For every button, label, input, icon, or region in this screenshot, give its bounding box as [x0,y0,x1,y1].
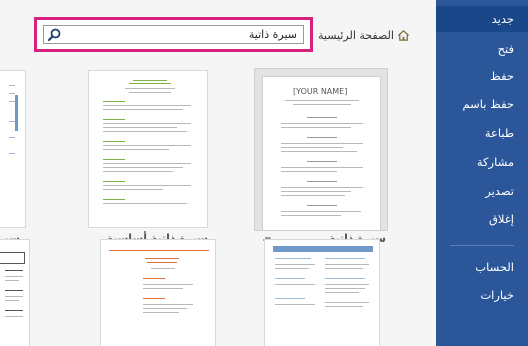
breadcrumb-home-link[interactable]: الصفحة الرئيسية [318,29,394,42]
template-card-resume[interactable]: [YOUR NAME] [254,68,388,231]
sidebar-divider [450,245,514,246]
template-card-blue-resume[interactable] [264,239,380,346]
template-card-boxed-resume[interactable] [0,239,30,346]
sidebar-item-options[interactable]: خيارات [436,282,528,308]
sidebar-item-export[interactable]: تصدير [436,178,528,204]
home-icon[interactable] [397,29,410,42]
sidebar-item-save[interactable]: حفظ [436,63,528,89]
sidebar-item-account[interactable]: الحساب [436,254,528,280]
template-gallery: [YOUR NAME] س [0,68,436,346]
sidebar-item-print[interactable]: طباعة [436,120,528,146]
sidebar-item-open[interactable]: فتح [436,36,528,62]
sidebar-item-save-as[interactable]: حفظ باسم [436,91,528,117]
template-card-orange-resume[interactable] [100,239,216,346]
template-thumbnail: [YOUR NAME] [262,76,381,230]
sidebar-item-new[interactable]: جديد [436,6,528,32]
backstage-sidebar: جديد فتح حفظ حفظ باسم طباعة مشاركة تصدير… [436,0,528,346]
sidebar-item-share[interactable]: مشاركة [436,149,528,175]
template-sample-name: [YOUR NAME] [293,87,348,96]
template-card-resume-2[interactable] [0,70,26,228]
sidebar-item-close[interactable]: إغلاق [436,206,528,232]
header: الصفحة الرئيسية [0,0,436,68]
search-icon[interactable] [47,28,61,42]
search-highlight [34,17,313,52]
search-input[interactable] [43,25,304,44]
template-card-basic-resume[interactable] [88,70,208,228]
breadcrumb: الصفحة الرئيسية [318,27,410,43]
backstage-new-view: جديد فتح حفظ حفظ باسم طباعة مشاركة تصدير… [0,0,528,346]
